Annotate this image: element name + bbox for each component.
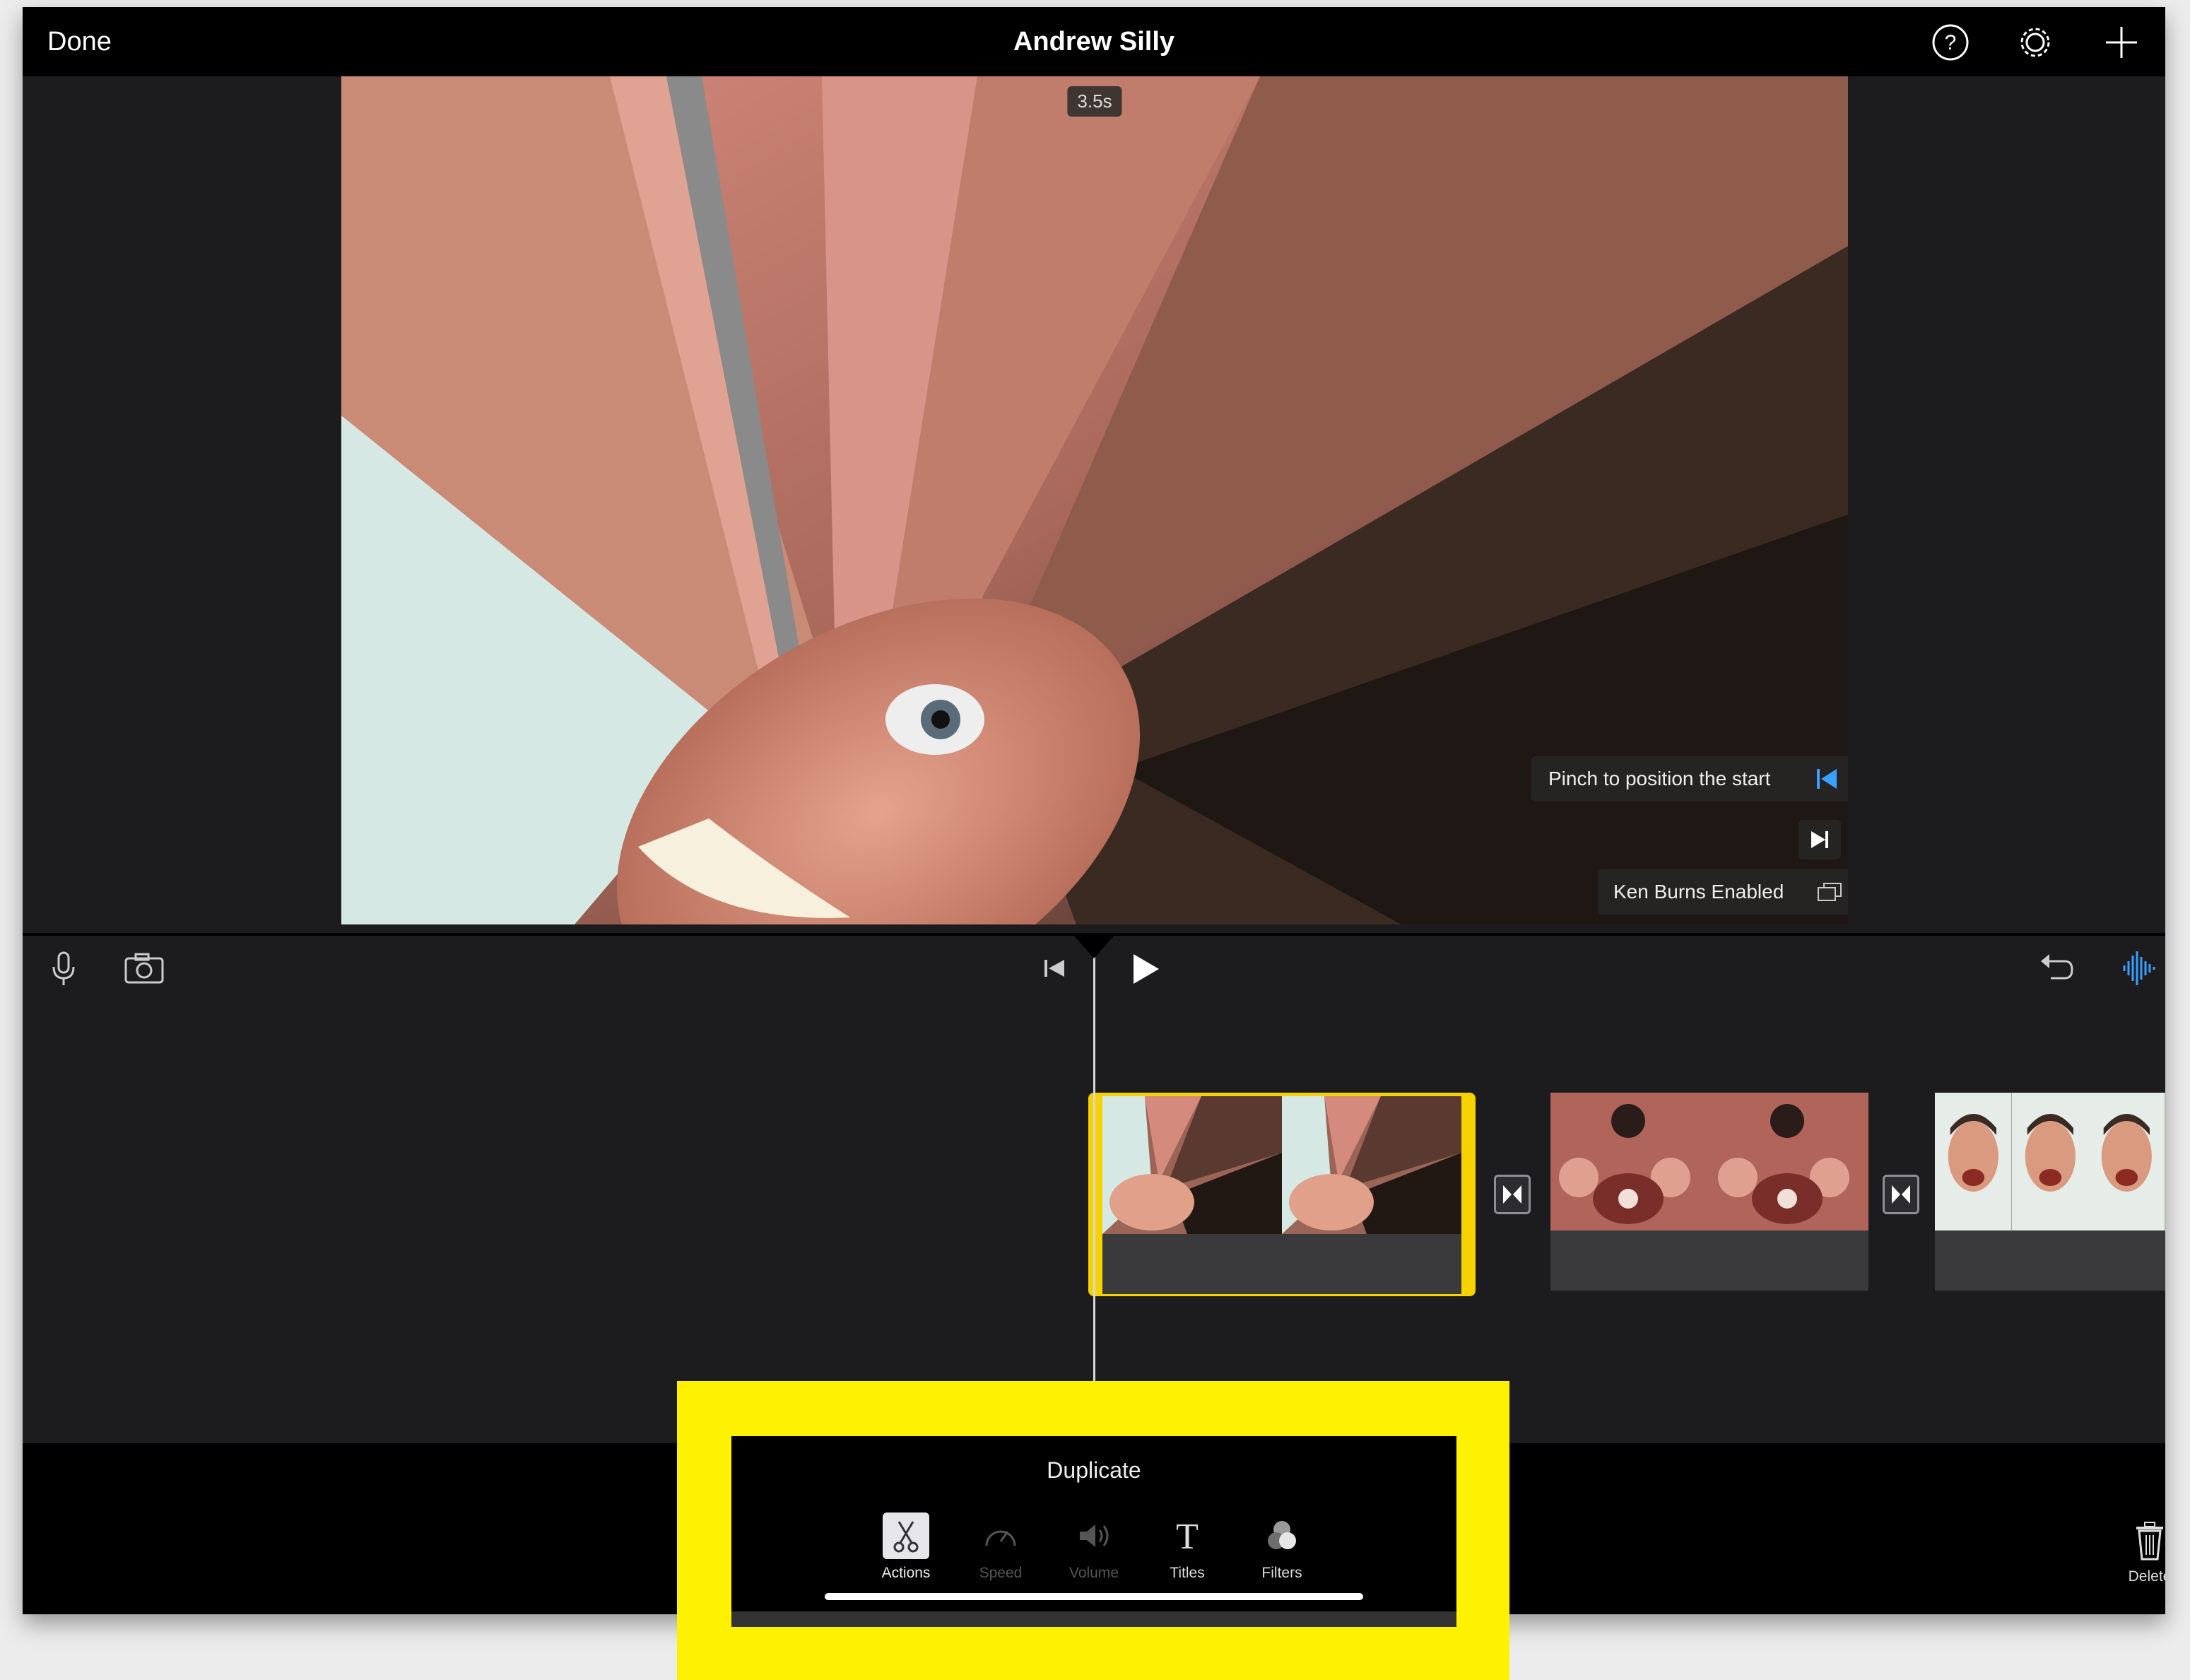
playhead-marker <box>1073 934 1115 958</box>
transition-icon <box>1503 1185 1521 1204</box>
top-bar: Done Andrew Silly ? <box>23 7 2165 76</box>
tool-volume[interactable]: Volume <box>1055 1512 1133 1582</box>
preview-area: 3.5s Pinch to position the start Ken Bur… <box>23 76 2165 933</box>
clip-thumbnails <box>1102 1096 1461 1234</box>
clip-thumbnails <box>1935 1093 2165 1230</box>
delete-label: Delete <box>2128 1568 2165 1585</box>
scissors-icon <box>883 1512 929 1559</box>
transition-button[interactable] <box>1883 1175 1919 1214</box>
clip-thumbnail <box>1282 1096 1461 1234</box>
selected-clip[interactable] <box>1088 1093 1476 1296</box>
camera-icon[interactable] <box>123 948 164 988</box>
svg-text:?: ? <box>1945 31 1957 54</box>
panel-bottom-edge <box>731 1611 1456 1627</box>
skip-to-start-icon[interactable] <box>1035 948 1074 988</box>
audio-waveform-icon[interactable] <box>2119 948 2158 988</box>
end-marker-icon <box>1811 831 1828 848</box>
clip-thumbnail <box>1709 1093 1868 1230</box>
video-preview[interactable]: 3.5s Pinch to position the start Ken Bur… <box>341 76 1848 924</box>
undo-icon[interactable] <box>2037 948 2076 988</box>
microphone-icon[interactable] <box>44 948 83 988</box>
pinch-hint-text: Pinch to position the start <box>1548 768 1771 789</box>
clip-audio-track <box>1550 1230 1868 1291</box>
time-badge: 3.5s <box>1067 86 1122 117</box>
tool-titles[interactable]: T Titles <box>1148 1512 1226 1582</box>
clip-thumbnail <box>2088 1093 2165 1230</box>
clip-audio-track <box>1102 1234 1461 1294</box>
titles-t-icon: T <box>1164 1512 1211 1559</box>
clip-thumbnail <box>2011 1093 2089 1230</box>
filters-circles-icon <box>1259 1512 1305 1559</box>
speedometer-icon <box>977 1512 1024 1559</box>
clip-thumbnail <box>1102 1096 1282 1234</box>
transition-button[interactable] <box>1494 1175 1531 1214</box>
delete-button[interactable]: Delete <box>2121 1521 2165 1585</box>
tool-actions[interactable]: Actions <box>867 1512 945 1582</box>
faces-clip[interactable] <box>1935 1093 2165 1296</box>
end-marker-button[interactable] <box>1798 820 1841 859</box>
play-icon[interactable] <box>1125 948 1165 988</box>
scroll-indicator <box>825 1593 1363 1600</box>
svg-text:T: T <box>1176 1517 1199 1554</box>
settings-gear-icon[interactable] <box>2015 23 2055 62</box>
project-title: Andrew Silly <box>1013 27 1175 57</box>
inspector-action-label: Duplicate <box>1047 1457 1141 1483</box>
playhead[interactable] <box>1093 934 1095 1394</box>
tool-filters-label: Filters <box>1261 1565 1302 1581</box>
start-marker-icon[interactable] <box>1814 766 1839 792</box>
imovie-window: Done Andrew Silly ? 3.5s Pinch to positi… <box>23 7 2165 1614</box>
tool-actions-label: Actions <box>881 1565 931 1581</box>
clip-inspector-panel: Duplicate Actions Speed Volume T Titles … <box>731 1436 1456 1627</box>
ken-burns-label: Ken Burns Enabled <box>1613 881 1784 903</box>
trash-icon <box>2136 1522 2163 1561</box>
kaleidoscope-clip[interactable] <box>1550 1093 1868 1296</box>
speaker-icon <box>1071 1512 1117 1559</box>
ken-burns-toggle[interactable]: Ken Burns Enabled <box>1598 869 1848 915</box>
clip-thumbnail <box>1550 1093 1709 1230</box>
clip-thumbnails <box>1550 1093 1868 1230</box>
clip-audio-track <box>1935 1230 2165 1291</box>
add-plus-icon[interactable] <box>2102 23 2141 62</box>
tool-speed-label: Speed <box>979 1565 1023 1581</box>
clip-thumbnail <box>1935 1093 2012 1230</box>
transition-icon <box>1892 1185 1910 1204</box>
ken-burns-icon <box>1817 881 1842 903</box>
help-icon[interactable]: ? <box>1931 23 1970 62</box>
tool-speed[interactable]: Speed <box>962 1512 1040 1582</box>
tool-titles-label: Titles <box>1170 1565 1205 1581</box>
tool-filters[interactable]: Filters <box>1243 1512 1321 1582</box>
tool-volume-label: Volume <box>1068 1565 1119 1581</box>
pinch-hint: Pinch to position the start <box>1531 756 1848 801</box>
